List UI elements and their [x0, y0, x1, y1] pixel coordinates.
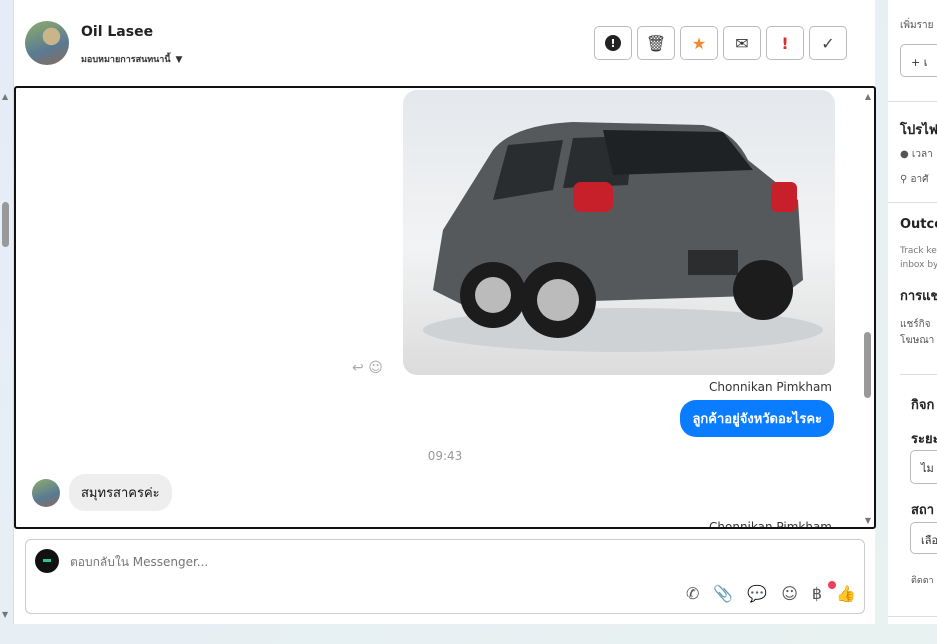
message-timestamp: 09:43 — [427, 449, 463, 463]
profile-title: โปรไฟ — [900, 123, 937, 138]
divider — [888, 202, 937, 203]
follow-up-icon: ! — [781, 33, 789, 53]
message-actions: ↩ ☺ — [352, 360, 383, 376]
activity-title: กิจก — [911, 398, 935, 413]
profile-time: ● เวลา — [900, 149, 933, 160]
message-thread: ↩ ☺ Chonnikan Pimkham ลูกค้าอยู่จังหวัดอ… — [14, 86, 876, 529]
saved-reply-icon[interactable]: 💬 — [747, 584, 767, 603]
conversation-panel: Oil Lasee มอบหมายการสนทนานี้ ▼ ! 🗑 ★ ✉! ✓ ↩ ☺… — [13, 0, 876, 624]
page-avatar — [35, 549, 59, 573]
mark-unread-button[interactable]: ✉ — [723, 26, 761, 60]
mark-spam-button[interactable]: ! — [594, 26, 632, 60]
follow-up-button[interactable]: ! — [766, 26, 804, 60]
period-label: ระยะ — [911, 432, 937, 447]
outgoing-message: ลูกค้าอยู่จังหวัดอะไรคะ — [680, 400, 834, 437]
scroll-down-arrow[interactable]: ▼ — [865, 516, 871, 525]
notification-dot — [828, 581, 836, 589]
scroll-up-arrow[interactable]: ▲ — [2, 92, 8, 101]
reply-icon[interactable]: ↩ — [352, 360, 364, 376]
status-label: สถา — [911, 503, 935, 518]
profile-location-text: อาศั — [910, 174, 929, 185]
thread-scroll-thumb[interactable] — [864, 332, 871, 398]
sender-name: Chonnikan Pimkham — [709, 380, 832, 394]
share-desc: โฆษณา — [900, 335, 935, 346]
divider — [888, 101, 937, 102]
star-button[interactable]: ★ — [680, 26, 718, 60]
reply-input[interactable] — [70, 555, 670, 569]
scroll-up-arrow[interactable]: ▲ — [865, 92, 871, 101]
profile-time-text: เวลา — [911, 149, 933, 160]
outcome-desc: Track ke — [900, 246, 937, 256]
car-image — [423, 122, 823, 352]
outcome-desc: inbox by — [900, 260, 937, 270]
contact-avatar-small — [32, 479, 60, 507]
emoji-react-icon[interactable]: ☺ — [368, 360, 383, 376]
details-sidebar: เพิ่มราย + เ โปรไฟ ● เวลา ⚲ อาศั Outco T… — [888, 0, 937, 624]
mark-spam-icon: ! — [605, 35, 621, 51]
mark-done-icon: ✓ — [821, 33, 835, 53]
reply-composer: ✆ 📎 💬 ☺ ฿ 👍 — [25, 539, 865, 614]
delete-icon: 🗑 — [645, 33, 667, 53]
car-photo-attachment[interactable] — [403, 90, 835, 375]
call-add-icon[interactable]: ✆ — [686, 584, 699, 603]
add-label: เพิ่มราย — [900, 20, 934, 31]
divider — [888, 616, 937, 617]
assign-conversation-dropdown[interactable]: มอบหมายการสนทนานี้ ▼ — [81, 52, 182, 66]
track-note: ติดตา — [911, 576, 934, 586]
divider — [900, 374, 937, 375]
attachment-icon[interactable]: 📎 — [713, 584, 733, 603]
caret-down-icon: ▼ — [175, 55, 183, 65]
payment-baht-icon[interactable]: ฿ — [812, 584, 822, 603]
status-select[interactable]: เลือ — [910, 522, 937, 554]
thread-scrollbar[interactable]: ▲ ▼ — [862, 90, 872, 526]
sender-name-next: Chonnikan Pimkham — [709, 520, 832, 529]
delete-button[interactable]: 🗑 — [637, 26, 675, 60]
outcome-title: Outco — [900, 217, 937, 232]
share-desc: แชร์กิจ — [900, 319, 931, 330]
share-title: การแช — [900, 289, 937, 304]
emoji-icon[interactable]: ☺ — [781, 584, 798, 603]
conversation-header: Oil Lasee มอบหมายการสนทนานี้ ▼ ! 🗑 ★ ✉! ✓ — [14, 0, 876, 86]
assign-label: มอบหมายการสนทนานี้ — [81, 55, 171, 65]
contact-name[interactable]: Oil Lasee — [81, 24, 153, 40]
thumbs-up-icon[interactable]: 👍 — [836, 584, 856, 603]
add-button[interactable]: + เ — [900, 44, 937, 77]
page-scrollbar[interactable]: ▲ ▼ — [0, 92, 12, 622]
star-icon: ★ — [691, 33, 707, 53]
page-scroll-thumb[interactable] — [2, 202, 9, 247]
mark-done-button[interactable]: ✓ — [809, 26, 847, 60]
contact-avatar[interactable] — [25, 21, 69, 65]
mark-unread-icon: ✉ — [735, 33, 749, 53]
profile-location: ⚲ อาศั — [900, 174, 929, 185]
incoming-message: สมุทรสาครค่ะ — [69, 474, 172, 511]
scroll-down-arrow[interactable]: ▼ — [2, 610, 8, 619]
period-select[interactable]: ไม — [910, 450, 937, 484]
